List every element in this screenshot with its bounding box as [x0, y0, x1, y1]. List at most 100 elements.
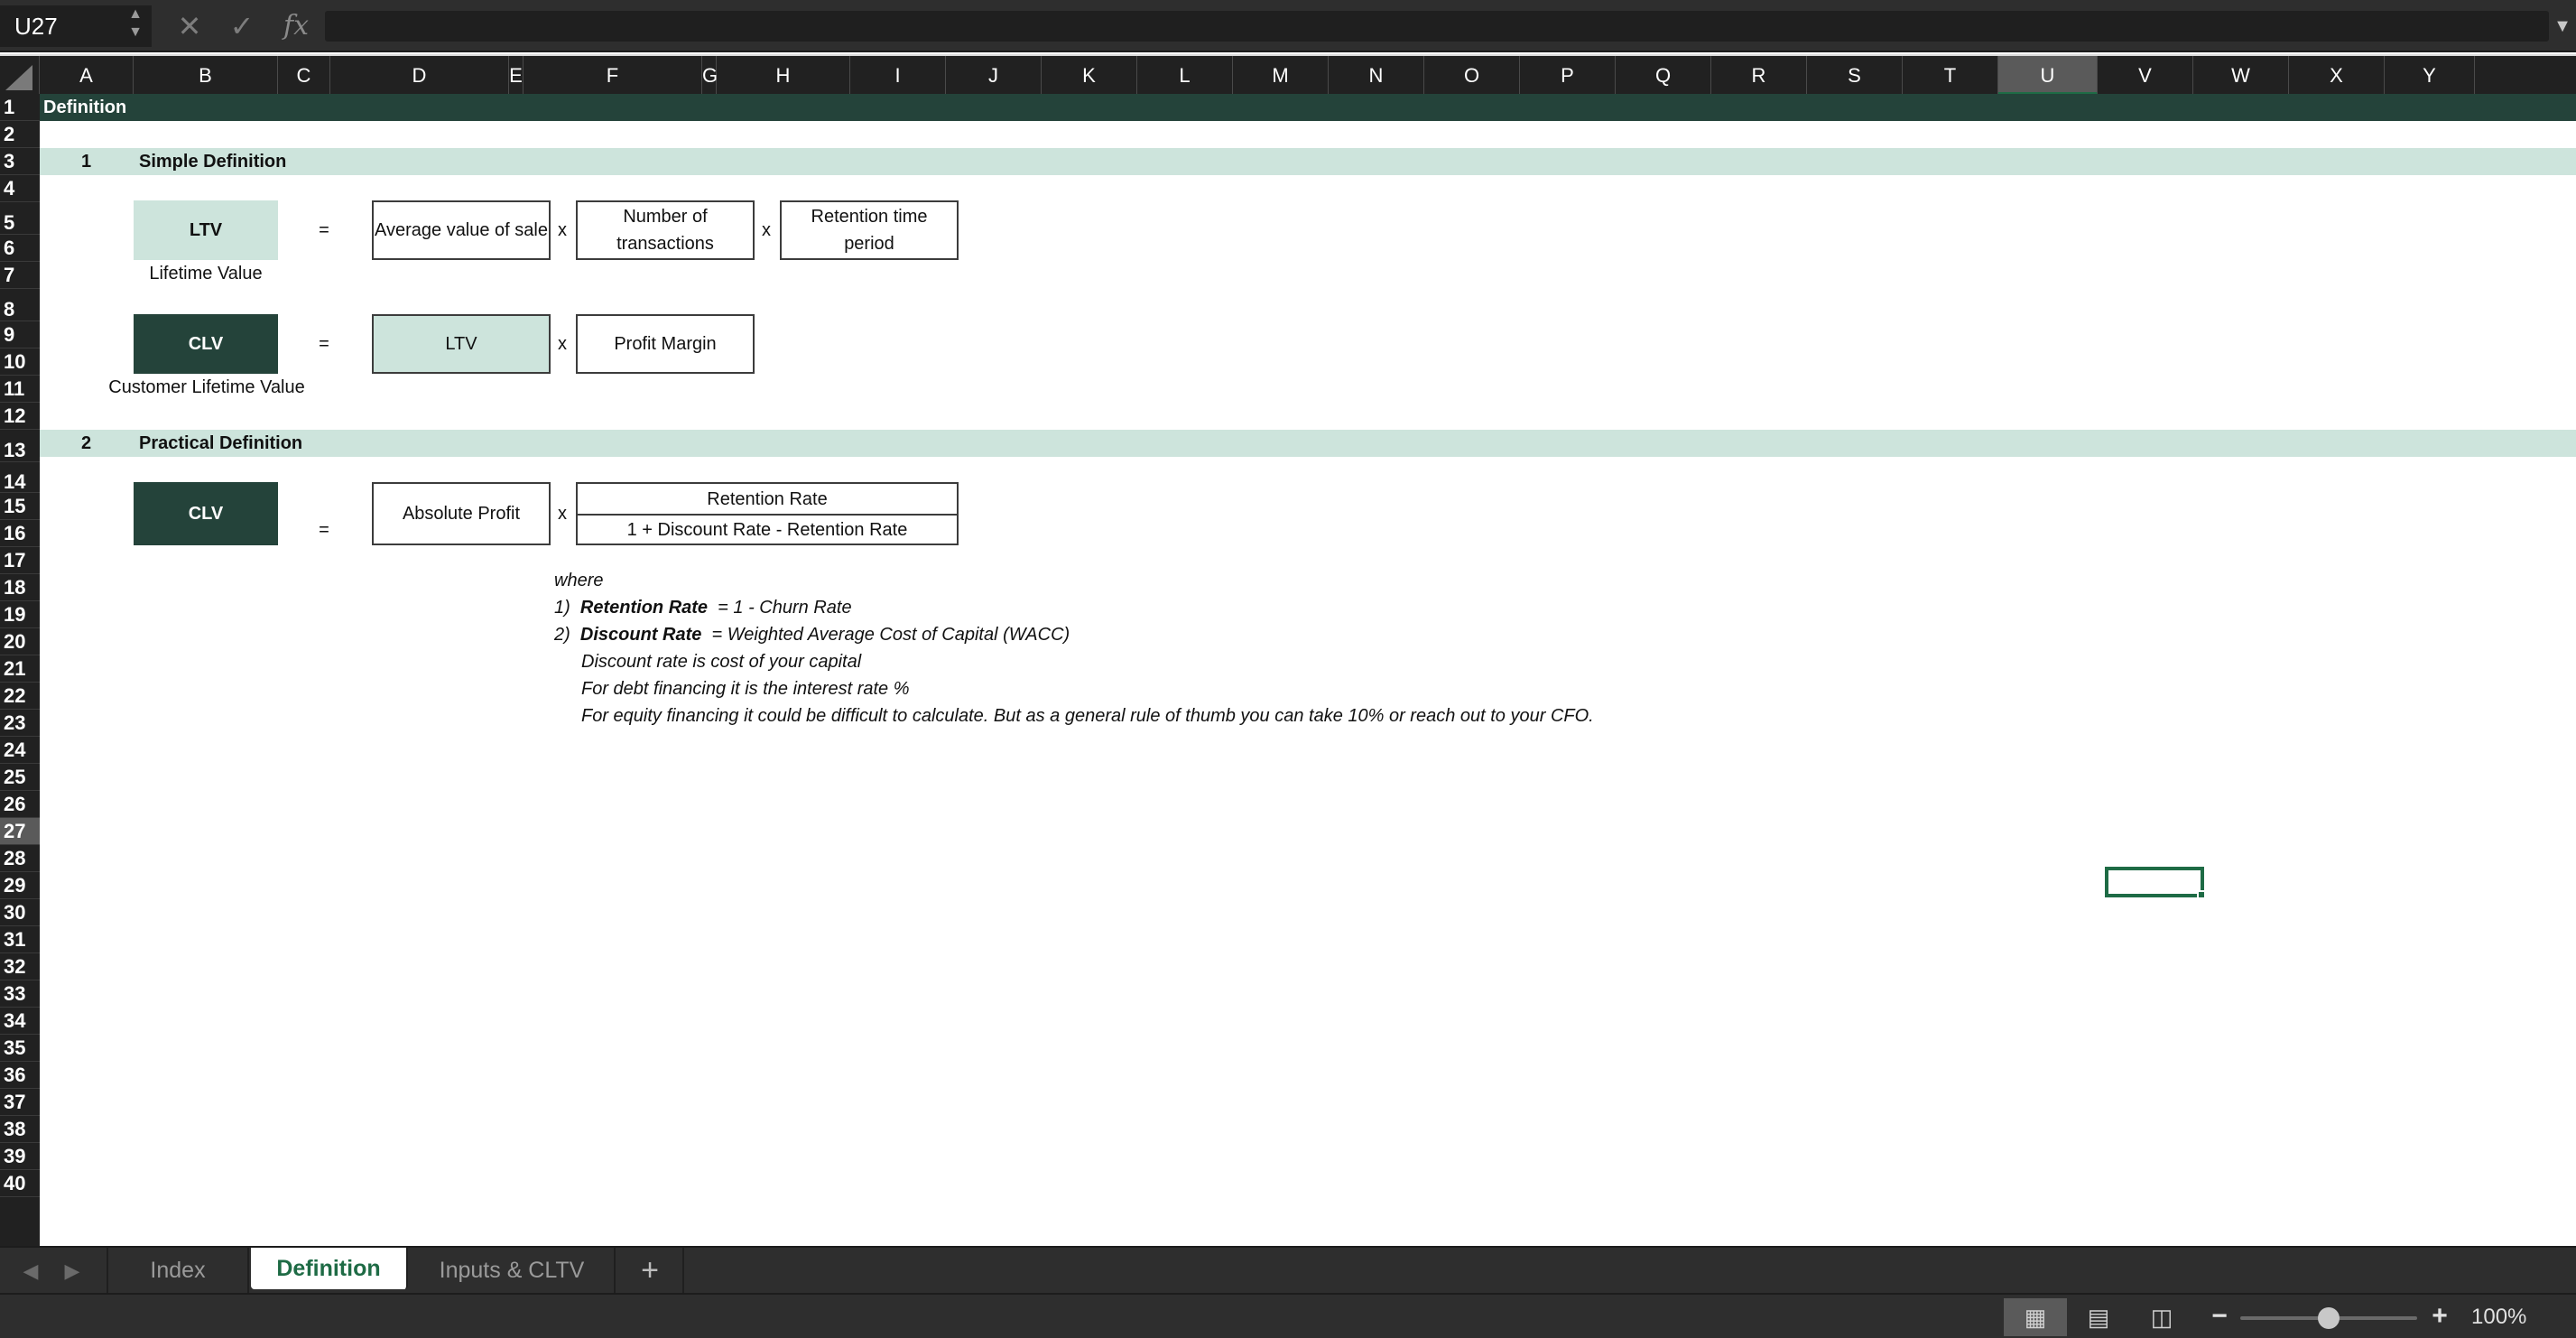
- row-header-22[interactable]: 22: [0, 683, 40, 710]
- column-header-o[interactable]: O: [1424, 56, 1520, 96]
- row-header-23[interactable]: 23: [0, 710, 40, 737]
- zoom-out-button[interactable]: −: [2206, 1298, 2233, 1336]
- zoom-level[interactable]: 100%: [2471, 1298, 2562, 1336]
- clv-box[interactable]: CLV: [134, 314, 278, 374]
- row-header-27[interactable]: 27: [0, 818, 40, 845]
- row-header-40[interactable]: 40: [0, 1170, 40, 1197]
- row-header-24[interactable]: 24: [0, 737, 40, 764]
- column-header-d[interactable]: D: [330, 56, 509, 96]
- number-of-transactions-box[interactable]: Number of transactions: [576, 200, 755, 260]
- column-header-w[interactable]: W: [2193, 56, 2289, 96]
- row-header-2[interactable]: 2: [0, 121, 40, 148]
- row-header-14[interactable]: 14: [0, 462, 40, 493]
- column-header-j[interactable]: J: [946, 56, 1042, 96]
- row-header-11[interactable]: 11: [0, 376, 40, 403]
- row-header-6[interactable]: 6: [0, 235, 40, 262]
- row-header-32[interactable]: 32: [0, 953, 40, 980]
- column-header-m[interactable]: M: [1233, 56, 1329, 96]
- row-header-33[interactable]: 33: [0, 980, 40, 1008]
- absolute-profit-box[interactable]: Absolute Profit: [372, 482, 551, 545]
- row-header-18[interactable]: 18: [0, 574, 40, 601]
- column-header-f[interactable]: F: [524, 56, 702, 96]
- row-header-15[interactable]: 15: [0, 493, 40, 520]
- normal-view-icon[interactable]: ▦: [2004, 1298, 2067, 1336]
- row-header-31[interactable]: 31: [0, 926, 40, 953]
- checkmark-icon[interactable]: ✓: [224, 5, 260, 47]
- retention-rate-numerator[interactable]: Retention Rate: [576, 482, 959, 515]
- row-header-26[interactable]: 26: [0, 791, 40, 818]
- column-header-g[interactable]: G: [702, 56, 718, 96]
- fill-handle[interactable]: [2197, 890, 2206, 899]
- add-sheet-button[interactable]: +: [617, 1248, 684, 1293]
- column-header-k[interactable]: K: [1042, 56, 1137, 96]
- row-header-20[interactable]: 20: [0, 628, 40, 655]
- chevron-down-icon[interactable]: ▼: [2549, 11, 2576, 42]
- profit-margin-box[interactable]: Profit Margin: [576, 314, 755, 374]
- row-header-25[interactable]: 25: [0, 764, 40, 791]
- row-header-12[interactable]: 12: [0, 403, 40, 430]
- row-header-17[interactable]: 17: [0, 547, 40, 574]
- column-header-t[interactable]: T: [1903, 56, 1998, 96]
- ltv-box[interactable]: LTV: [134, 200, 278, 260]
- row-header-30[interactable]: 30: [0, 899, 40, 926]
- row-header-10[interactable]: 10: [0, 348, 40, 376]
- formula-input[interactable]: [325, 11, 2549, 42]
- column-header-q[interactable]: Q: [1616, 56, 1711, 96]
- tab-definition[interactable]: Definition: [251, 1248, 408, 1289]
- tab-inputs-cltv[interactable]: Inputs & CLTV: [410, 1248, 616, 1293]
- chevron-left-icon[interactable]: ◀: [13, 1248, 49, 1295]
- column-header-l[interactable]: L: [1137, 56, 1233, 96]
- column-header-p[interactable]: P: [1520, 56, 1616, 96]
- clv-practical-box[interactable]: CLV: [134, 482, 278, 545]
- column-header-h[interactable]: H: [717, 56, 850, 96]
- column-header-r[interactable]: R: [1711, 56, 1807, 96]
- average-value-of-sale-box[interactable]: Average value of sale: [372, 200, 551, 260]
- column-header-i[interactable]: I: [850, 56, 946, 96]
- row-header-8[interactable]: 8: [0, 289, 40, 321]
- page-break-view-icon[interactable]: ◫: [2130, 1298, 2193, 1336]
- row-header-29[interactable]: 29: [0, 872, 40, 899]
- column-header-c[interactable]: C: [278, 56, 330, 96]
- row-header-3[interactable]: 3: [0, 148, 40, 175]
- zoom-slider-thumb[interactable]: [2318, 1307, 2340, 1329]
- column-header-b[interactable]: B: [134, 56, 278, 96]
- column-header-u[interactable]: U: [1998, 56, 2098, 96]
- column-header-n[interactable]: N: [1329, 56, 1424, 96]
- sheet-grid[interactable]: Definition 1 Simple Definition LTV Lifet…: [40, 94, 2576, 1246]
- row-header-38[interactable]: 38: [0, 1116, 40, 1143]
- column-header-e[interactable]: E: [509, 56, 524, 96]
- row-header-4[interactable]: 4: [0, 175, 40, 202]
- close-icon[interactable]: ✕: [171, 5, 208, 47]
- fx-icon[interactable]: fx: [278, 5, 314, 47]
- retention-time-period-box[interactable]: Retention time period: [780, 200, 959, 260]
- row-header-35[interactable]: 35: [0, 1035, 40, 1062]
- row-header-9[interactable]: 9: [0, 321, 40, 348]
- row-header-28[interactable]: 28: [0, 845, 40, 872]
- zoom-in-button[interactable]: +: [2426, 1298, 2453, 1336]
- select-all-button[interactable]: [0, 56, 40, 96]
- row-header-19[interactable]: 19: [0, 601, 40, 628]
- page-layout-view-icon[interactable]: ▤: [2067, 1298, 2130, 1336]
- row-header-5[interactable]: 5: [0, 202, 40, 235]
- column-header-a[interactable]: A: [40, 56, 134, 96]
- select-all-icon: [5, 65, 32, 90]
- row-header-21[interactable]: 21: [0, 655, 40, 683]
- column-header-x[interactable]: X: [2289, 56, 2385, 96]
- column-header-v[interactable]: V: [2098, 56, 2193, 96]
- row-header-39[interactable]: 39: [0, 1143, 40, 1170]
- row-header-36[interactable]: 36: [0, 1062, 40, 1089]
- chevron-right-icon[interactable]: ▶: [54, 1248, 90, 1295]
- selected-cell[interactable]: [2105, 867, 2204, 897]
- row-header-1[interactable]: 1: [0, 94, 40, 121]
- row-header-16[interactable]: 16: [0, 520, 40, 547]
- row-header-13[interactable]: 13: [0, 430, 40, 462]
- name-box-stepper-icon[interactable]: ▲ ▼: [123, 5, 148, 47]
- column-header-y[interactable]: Y: [2385, 56, 2475, 96]
- row-header-37[interactable]: 37: [0, 1089, 40, 1116]
- discount-rate-denominator[interactable]: 1 + Discount Rate - Retention Rate: [576, 515, 959, 545]
- column-header-s[interactable]: S: [1807, 56, 1903, 96]
- ltv-term-box[interactable]: LTV: [372, 314, 551, 374]
- tab-index[interactable]: Index: [107, 1248, 249, 1293]
- row-header-34[interactable]: 34: [0, 1008, 40, 1035]
- row-header-7[interactable]: 7: [0, 262, 40, 289]
